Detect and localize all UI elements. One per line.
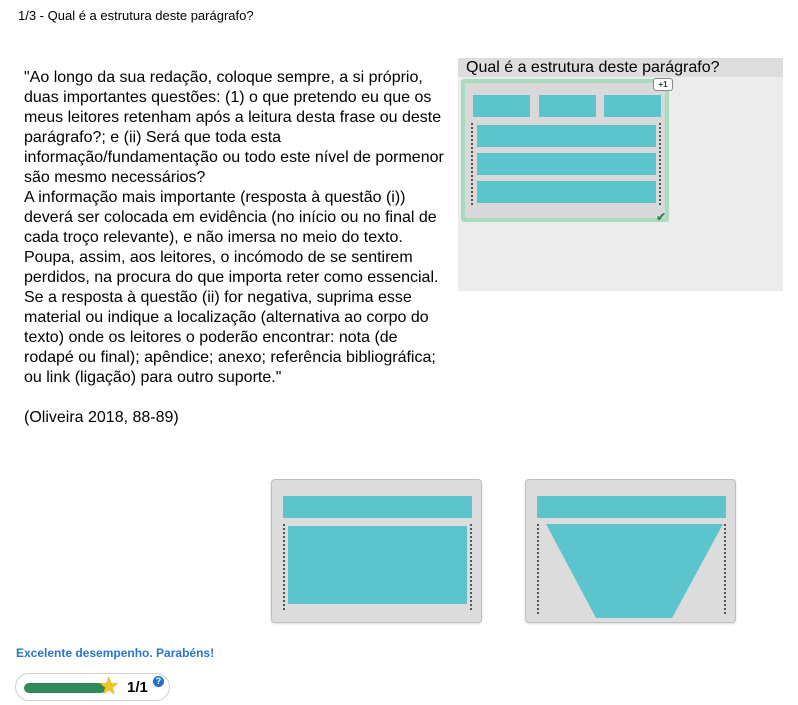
bonus-badge: +1 (653, 78, 673, 91)
shape-top-block-1 (473, 95, 530, 117)
dotted-left-line (471, 123, 473, 205)
shape-main-block (288, 526, 467, 604)
drop-zone-title: Qual é a estrutura deste parágrafo? (458, 58, 783, 77)
passage-citation: (Oliveira 2018, 88-89) (24, 409, 179, 426)
passage-paragraph-2: A informação mais importante (resposta à… (24, 189, 439, 386)
checkmark-icon: ✔ (656, 210, 667, 224)
dotted-right-line (659, 123, 661, 205)
passage-paragraph-1: "Ao longo da sua redação, coloque sempre… (24, 69, 444, 186)
option-header-and-funnel[interactable] (525, 479, 736, 623)
dotted-right-line (470, 524, 472, 610)
score-text: 1/1 (127, 679, 148, 696)
feedback-message: Excelente desempenho. Parabéns! (16, 646, 215, 660)
option-header-and-block[interactable] (271, 479, 482, 623)
question-icon[interactable]: ? (153, 676, 164, 687)
star-icon: ★ (98, 673, 120, 700)
dropped-answer-card[interactable] (461, 79, 669, 222)
answer-drop-zone[interactable]: Qual é a estrutura deste parágrafo? +1 ✔ (458, 58, 783, 291)
shape-row-3 (477, 181, 656, 203)
score-progress-bar (24, 683, 106, 693)
question-header: 1/3 - Qual é a estrutura deste parágrafo… (18, 8, 254, 23)
shape-row-2 (477, 153, 656, 175)
score-widget: ★ 1/1 ? (15, 673, 170, 701)
shape-row-1 (477, 125, 656, 147)
shape-top-block-2 (539, 95, 596, 117)
shape-top-bar (283, 496, 472, 518)
dotted-left-line (283, 524, 285, 610)
shape-funnel (546, 524, 723, 618)
shape-top-block-3 (604, 95, 661, 117)
quoted-passage: "Ao longo da sua redação, coloque sempre… (24, 68, 449, 428)
